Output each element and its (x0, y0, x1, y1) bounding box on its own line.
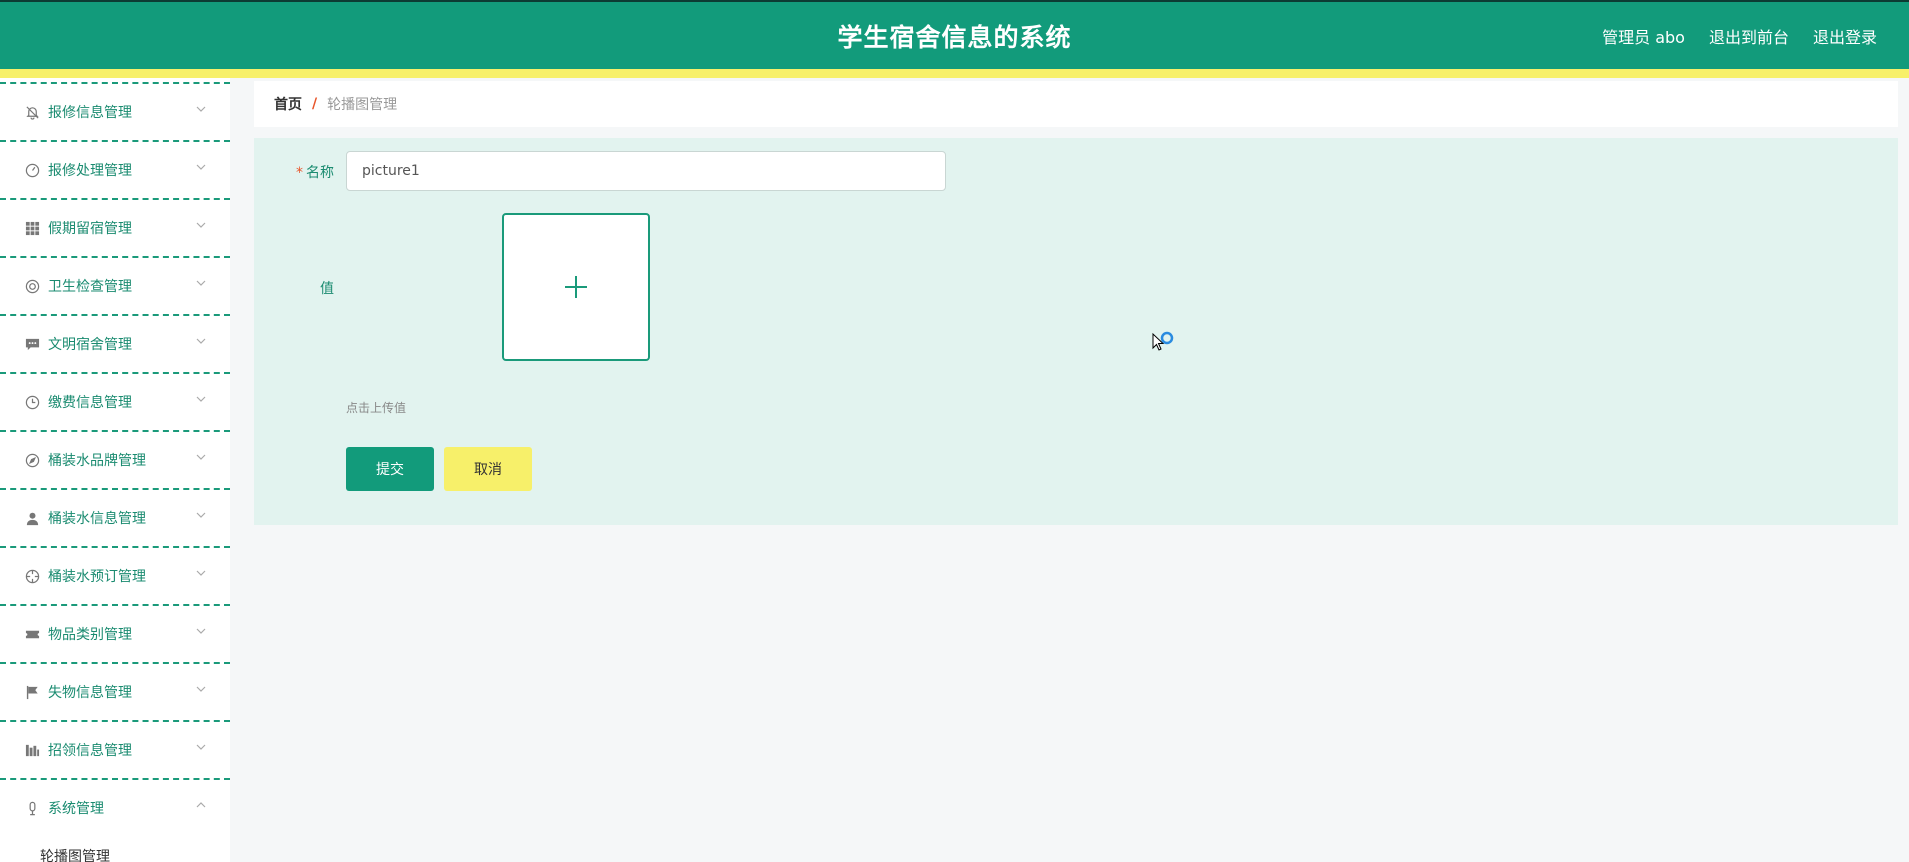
sidebar-item-label: 桶装水信息管理 (48, 511, 146, 527)
submenu-item-carousel[interactable]: 轮播图管理 (0, 836, 230, 862)
bell-off-icon (24, 104, 40, 120)
name-input[interactable] (346, 151, 946, 191)
sidebar-item-label: 物品类别管理 (48, 627, 132, 643)
chevron-down-icon (196, 396, 206, 402)
sidebar-item-system[interactable]: 系统管理 (0, 778, 230, 836)
chevron-down-icon (196, 222, 206, 228)
submenu-item-label: 轮播图管理 (40, 849, 110, 862)
sidebar-item-repair-info[interactable]: 报修信息管理 (0, 82, 230, 140)
value-label: 值 (320, 281, 334, 297)
sidebar-item-water-brand[interactable]: 桶装水品牌管理 (0, 430, 230, 488)
breadcrumb-current: 轮播图管理 (327, 97, 398, 113)
top-header: 学生宿舍信息的系统 管理员 abo 退出到前台 退出登录 (0, 0, 1909, 69)
breadcrumb-separator: / (312, 96, 318, 112)
required-mark: * (296, 165, 303, 181)
chevron-down-icon (196, 164, 206, 170)
sidebar-item-payment-info[interactable]: 缴费信息管理 (0, 372, 230, 430)
sidebar-item-found-items[interactable]: 招领信息管理 (0, 720, 230, 778)
header-links: 管理员 abo 退出到前台 退出登录 (1602, 24, 1877, 48)
exit-to-frontend-link[interactable]: 退出到前台 (1709, 24, 1789, 48)
cancel-button[interactable]: 取消 (444, 447, 532, 491)
sidebar-item-holiday-stay[interactable]: 假期留宿管理 (0, 198, 230, 256)
chevron-up-icon (196, 802, 206, 808)
clock-icon (24, 394, 40, 410)
sidebar-item-repair-process[interactable]: 报修处理管理 (0, 140, 230, 198)
sidebar-item-label: 失物信息管理 (48, 685, 132, 701)
image-upload-box[interactable] (502, 213, 650, 361)
header-stripe (0, 69, 1909, 78)
sidebar-item-label: 文明宿舍管理 (48, 337, 132, 353)
sidebar-item-label: 报修信息管理 (48, 105, 132, 121)
plus-icon (565, 276, 587, 298)
chevron-down-icon (196, 570, 206, 576)
chevron-down-icon (196, 512, 206, 518)
name-label-text: 名称 (306, 165, 334, 181)
breadcrumb-home[interactable]: 首页 (274, 94, 302, 114)
sidebar-item-label: 卫生检查管理 (48, 279, 132, 295)
sidebar-item-water-order[interactable]: 桶装水预订管理 (0, 546, 230, 604)
sidebar-item-water-info[interactable]: 桶装水信息管理 (0, 488, 230, 546)
bar-chart-icon (24, 742, 40, 758)
sidebar-item-lost-items[interactable]: 失物信息管理 (0, 662, 230, 720)
ticket-icon (24, 626, 40, 642)
sidebar-item-label: 缴费信息管理 (48, 395, 132, 411)
sidebar-item-label: 假期留宿管理 (48, 221, 132, 237)
sidebar-item-label: 桶装水预订管理 (48, 569, 146, 585)
sidebar-menu: 报修信息管理 报修处理管理 假期留宿管理 卫生检查管理 文明宿舍管理 缴费信息管… (0, 78, 230, 862)
sidebar-item-item-category[interactable]: 物品类别管理 (0, 604, 230, 662)
name-label: * 名称 (254, 162, 334, 182)
admin-user-link[interactable]: 管理员 abo (1602, 24, 1685, 48)
microphone-icon (24, 800, 40, 816)
carousel-form: *名称 值 点击上传值 提交 取消 (254, 138, 1898, 525)
sidebar-item-label: 招领信息管理 (48, 743, 132, 759)
chevron-down-icon (196, 744, 206, 750)
sidebar-item-civilized-dorm[interactable]: 文明宿舍管理 (0, 314, 230, 372)
mouse-cursor-icon (1152, 331, 1174, 351)
sidebar-item-label: 桶装水品牌管理 (48, 453, 146, 469)
chevron-down-icon (196, 106, 206, 112)
crosshair-icon (24, 568, 40, 584)
sidebar-item-hygiene-check[interactable]: 卫生检查管理 (0, 256, 230, 314)
compass-icon (24, 452, 40, 468)
flag-icon (24, 684, 40, 700)
grid-icon (24, 220, 40, 236)
chevron-down-icon (196, 454, 206, 460)
chevron-down-icon (196, 628, 206, 634)
sidebar-item-label: 报修处理管理 (48, 163, 132, 179)
breadcrumb: 首页 / 轮播图管理 (254, 81, 1898, 127)
chevron-down-icon (196, 686, 206, 692)
submit-button[interactable]: 提交 (346, 447, 434, 491)
logout-link[interactable]: 退出登录 (1813, 24, 1877, 48)
user-icon (24, 510, 40, 526)
gauge-icon (24, 162, 40, 178)
sidebar-item-label: 系统管理 (48, 801, 104, 817)
chat-icon (24, 336, 40, 352)
chevron-down-icon (196, 280, 206, 286)
upload-tip: 点击上传值 (346, 401, 407, 415)
lifebuoy-icon (24, 278, 40, 294)
chevron-down-icon (196, 338, 206, 344)
